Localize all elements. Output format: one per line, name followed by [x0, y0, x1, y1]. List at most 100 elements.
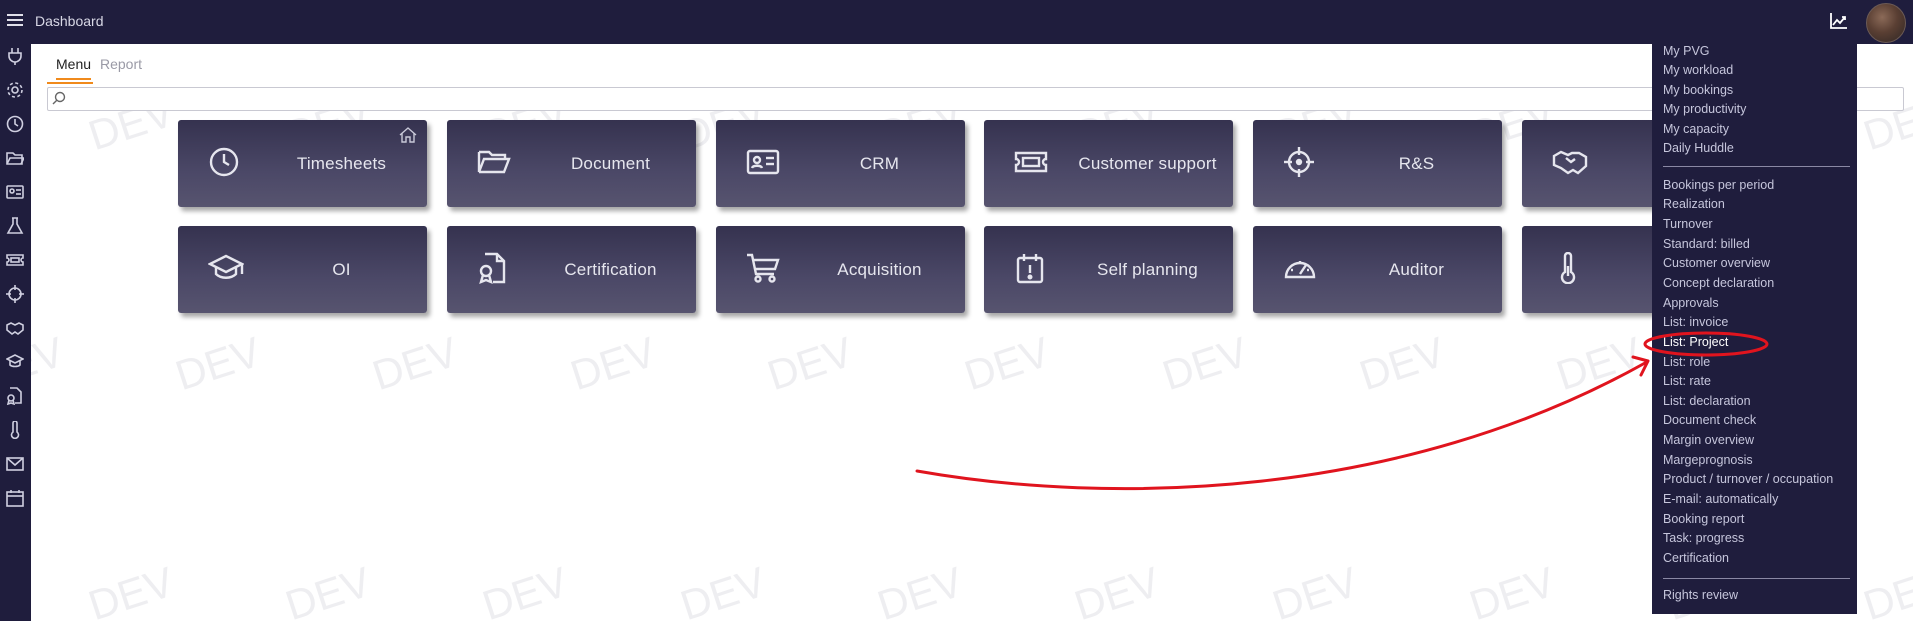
folder-open-icon	[477, 146, 511, 178]
search-input[interactable]	[70, 90, 1894, 110]
avatar[interactable]	[1866, 3, 1906, 43]
plug-icon[interactable]	[6, 47, 24, 65]
menu-item[interactable]: Product / turnover / occupation	[1663, 472, 1833, 486]
watermark-text: DEV	[871, 557, 969, 630]
watermark-text: DEV	[1156, 327, 1254, 400]
menu-item-list-project[interactable]: List: Project	[1663, 335, 1728, 349]
menu-item[interactable]: List: invoice	[1663, 315, 1728, 329]
watermark-text: DEV	[279, 557, 377, 630]
gear-icon[interactable]	[6, 81, 24, 99]
tile-label: OI	[332, 260, 351, 279]
sidebar	[0, 44, 31, 621]
watermark-text: DEV	[1068, 557, 1166, 630]
menu-item[interactable]: List: rate	[1663, 374, 1711, 388]
tile-auditor[interactable]: Auditor	[1253, 226, 1502, 313]
page-title: Dashboard	[35, 13, 104, 29]
watermark-text: DEV	[82, 557, 180, 630]
tile-timesheets[interactable]: Timesheets	[178, 120, 427, 207]
menu-item[interactable]: My bookings	[1663, 83, 1733, 97]
clock-icon[interactable]	[6, 115, 24, 133]
hamburger-menu-icon[interactable]	[7, 12, 23, 33]
watermark-text: DEV	[169, 327, 267, 400]
graduation-cap-icon[interactable]	[5, 353, 25, 371]
menu-item[interactable]: My workload	[1663, 63, 1733, 77]
report-dropdown-menu: My PVG My workload My bookings My produc…	[1652, 44, 1857, 614]
menu-item[interactable]: Bookings per period	[1663, 178, 1774, 192]
menu-divider	[1663, 166, 1850, 167]
menu-item[interactable]: My capacity	[1663, 122, 1729, 136]
handshake-icon[interactable]	[6, 319, 24, 337]
search-box[interactable]	[47, 87, 1904, 111]
tile-document[interactable]: Document	[447, 120, 696, 207]
menu-item[interactable]: Customer overview	[1663, 256, 1770, 270]
tile-customer-support[interactable]: Customer support	[984, 120, 1233, 207]
id-card-icon[interactable]	[6, 183, 24, 201]
menu-item[interactable]: List: role	[1663, 355, 1710, 369]
watermark-text: DEV	[1266, 557, 1364, 630]
menu-item[interactable]: Booking report	[1663, 512, 1744, 526]
watermark-text: DEV	[1550, 327, 1648, 400]
tile-label: Certification	[564, 260, 657, 279]
chart-line-icon[interactable]	[1830, 12, 1848, 35]
search-icon	[52, 91, 66, 110]
menu-item[interactable]: Rights review	[1663, 588, 1738, 602]
cart-icon	[746, 252, 780, 284]
menu-item[interactable]: Approvals	[1663, 296, 1719, 310]
menu-item[interactable]: Standard: billed	[1663, 237, 1750, 251]
menu-item[interactable]: E-mail: automatically	[1663, 492, 1778, 506]
flask-icon[interactable]	[6, 217, 24, 235]
menu-item[interactable]: Task: progress	[1663, 531, 1744, 545]
tile-label: Timesheets	[296, 154, 387, 173]
menu-item[interactable]: List: declaration	[1663, 394, 1751, 408]
tile-self-planning[interactable]: Self planning	[984, 226, 1233, 313]
certificate-icon[interactable]	[6, 387, 24, 406]
crosshair-icon	[1283, 146, 1315, 178]
tile-label: Auditor	[1388, 260, 1445, 279]
menu-item[interactable]: My PVG	[1663, 44, 1710, 58]
tile-crm[interactable]: CRM	[716, 120, 965, 207]
tile-label: R&S	[1398, 154, 1435, 173]
tile-r-and-s[interactable]: R&S	[1253, 120, 1502, 207]
tile-label: Acquisition	[837, 260, 922, 279]
id-card-icon	[746, 146, 780, 178]
ticket-icon[interactable]	[6, 251, 24, 269]
menu-item[interactable]: Document check	[1663, 413, 1756, 427]
envelope-icon[interactable]	[6, 455, 24, 473]
handshake-icon	[1552, 146, 1588, 178]
annotation-arrow	[915, 361, 1647, 491]
tile-certification[interactable]: Certification	[447, 226, 696, 313]
calendar-alert-icon	[1014, 252, 1046, 284]
tile-label: Document	[570, 154, 651, 173]
home-icon[interactable]	[399, 127, 417, 148]
arrowhead	[1631, 355, 1650, 377]
menu-item[interactable]: Margeprognosis	[1663, 453, 1753, 467]
tile-oi[interactable]: OI	[178, 226, 427, 313]
watermark-text: DEV	[761, 327, 859, 400]
crosshair-icon[interactable]	[6, 285, 24, 303]
tab-report[interactable]: Report	[100, 56, 142, 72]
menu-divider	[1663, 578, 1850, 579]
menu-item[interactable]: Realization	[1663, 197, 1725, 211]
graduation-cap-icon	[207, 252, 245, 284]
menu-item[interactable]: My productivity	[1663, 102, 1746, 116]
folder-icon[interactable]	[6, 149, 26, 167]
menu-item[interactable]: Turnover	[1663, 217, 1713, 231]
menu-item[interactable]: Concept declaration	[1663, 276, 1774, 290]
calendar-icon[interactable]	[6, 489, 24, 507]
watermark-text: DEV	[1353, 327, 1451, 400]
menu-item[interactable]: Certification	[1663, 551, 1729, 565]
menu-item[interactable]: Daily Huddle	[1663, 141, 1734, 155]
tile-label: Self planning	[1097, 260, 1198, 279]
tile-label: CRM	[859, 154, 900, 173]
tile-acquisition[interactable]: Acquisition	[716, 226, 965, 313]
watermark-text: DEV	[366, 327, 464, 400]
watermark-text: DEV	[476, 557, 574, 630]
ticket-icon	[1014, 146, 1048, 178]
watermark-text: DEV	[1857, 557, 1913, 630]
thermometer-icon[interactable]	[6, 420, 24, 440]
watermark-text: DEV	[958, 327, 1056, 400]
gauge-icon	[1283, 252, 1316, 284]
tab-menu[interactable]: Menu	[56, 56, 92, 80]
menu-item[interactable]: Margin overview	[1663, 433, 1754, 447]
watermark-text: DEV	[674, 557, 772, 630]
